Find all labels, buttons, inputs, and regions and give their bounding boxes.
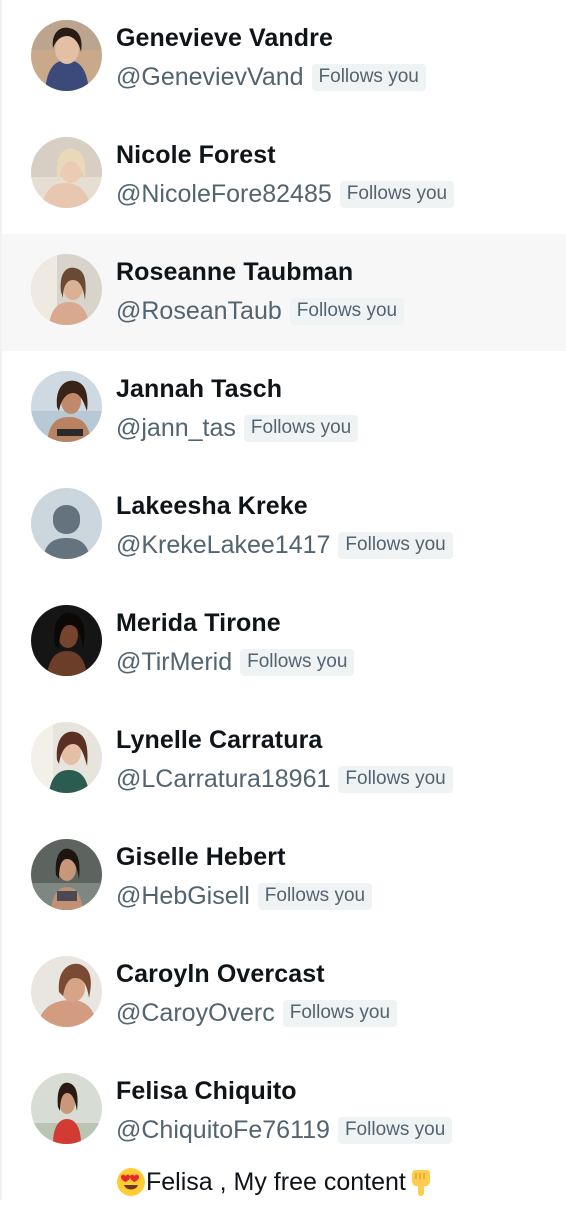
user-handle[interactable]: @LCarratura18961	[116, 765, 330, 794]
avatar[interactable]	[31, 1073, 102, 1144]
user-cell[interactable]: Merida Tirone @TirMerid Follows you	[2, 585, 566, 702]
user-cell[interactable]: Lynelle Carratura @LCarratura18961 Follo…	[2, 702, 566, 819]
user-cell[interactable]: Caroyln Overcast @CaroyOverc Follows you	[2, 936, 566, 1053]
follows-you-badge: Follows you	[338, 765, 453, 793]
avatar[interactable]	[31, 839, 102, 910]
user-display-name[interactable]: Jannah Tasch	[116, 375, 282, 404]
follows-you-badge: Follows you	[339, 180, 455, 208]
follows-you-badge: Follows you	[338, 531, 453, 559]
user-cell[interactable]: Jannah Tasch @jann_tas Follows you	[2, 351, 566, 468]
avatar[interactable]	[31, 722, 102, 793]
user-bio: Felisa , My free content	[116, 1167, 436, 1197]
heart-eyes-emoji-icon	[116, 1167, 146, 1197]
follows-you-badge: Follows you	[240, 648, 355, 676]
user-handle[interactable]: @RoseanTaub	[116, 297, 282, 326]
followers-list: Genevieve Vandre @GenevievVand Follows y…	[2, 0, 566, 1213]
follows-you-badge: Follows you	[282, 999, 398, 1027]
user-cell[interactable]: Roseanne Taubman @RoseanTaub Follows you	[2, 234, 566, 351]
follows-you-badge: Follows you	[243, 414, 359, 442]
user-cell[interactable]: Genevieve Vandre @GenevievVand Follows y…	[2, 0, 566, 117]
user-cell[interactable]: Nicole Forest @NicoleFore82485 Follows y…	[2, 117, 566, 234]
user-display-name[interactable]: Lynelle Carratura	[116, 726, 322, 755]
user-display-name[interactable]: Caroyln Overcast	[116, 960, 325, 989]
follows-you-badge: Follows you	[257, 882, 373, 910]
user-display-name[interactable]: Giselle Hebert	[116, 843, 286, 872]
user-handle[interactable]: @jann_tas	[116, 414, 236, 443]
user-display-name[interactable]: Genevieve Vandre	[116, 24, 333, 53]
user-display-name[interactable]: Nicole Forest	[116, 141, 276, 170]
follows-you-badge: Follows you	[289, 297, 405, 325]
user-cell[interactable]: Felisa Chiquito @ChiquitoFe76119 Follows…	[2, 1053, 566, 1213]
default-profile-icon[interactable]	[31, 488, 102, 559]
user-cell[interactable]: Lakeesha Kreke @KrekeLakee1417 Follows y…	[2, 468, 566, 585]
pointing-down-emoji-icon	[406, 1167, 436, 1197]
user-handle[interactable]: @HebGisell	[116, 882, 250, 911]
avatar[interactable]	[31, 20, 102, 91]
user-handle[interactable]: @CaroyOverc	[116, 999, 275, 1028]
user-handle[interactable]: @ChiquitoFe76119	[116, 1116, 330, 1145]
user-display-name[interactable]: Lakeesha Kreke	[116, 492, 308, 521]
user-handle[interactable]: @KrekeLakee1417	[116, 531, 330, 560]
avatar[interactable]	[31, 956, 102, 1027]
user-display-name[interactable]: Felisa Chiquito	[116, 1077, 297, 1106]
user-cell[interactable]: Giselle Hebert @HebGisell Follows you	[2, 819, 566, 936]
follows-you-badge: Follows you	[337, 1116, 453, 1144]
avatar[interactable]	[31, 254, 102, 325]
user-handle[interactable]: @NicoleFore82485	[116, 180, 332, 209]
user-handle[interactable]: @TirMerid	[116, 648, 232, 677]
follows-you-badge: Follows you	[311, 63, 426, 91]
user-handle[interactable]: @GenevievVand	[116, 63, 304, 92]
user-bio-text: Felisa , My free content	[146, 1167, 406, 1196]
avatar[interactable]	[31, 605, 102, 676]
avatar[interactable]	[31, 371, 102, 442]
user-display-name[interactable]: Merida Tirone	[116, 609, 281, 638]
avatar[interactable]	[31, 137, 102, 208]
user-display-name[interactable]: Roseanne Taubman	[116, 258, 353, 287]
